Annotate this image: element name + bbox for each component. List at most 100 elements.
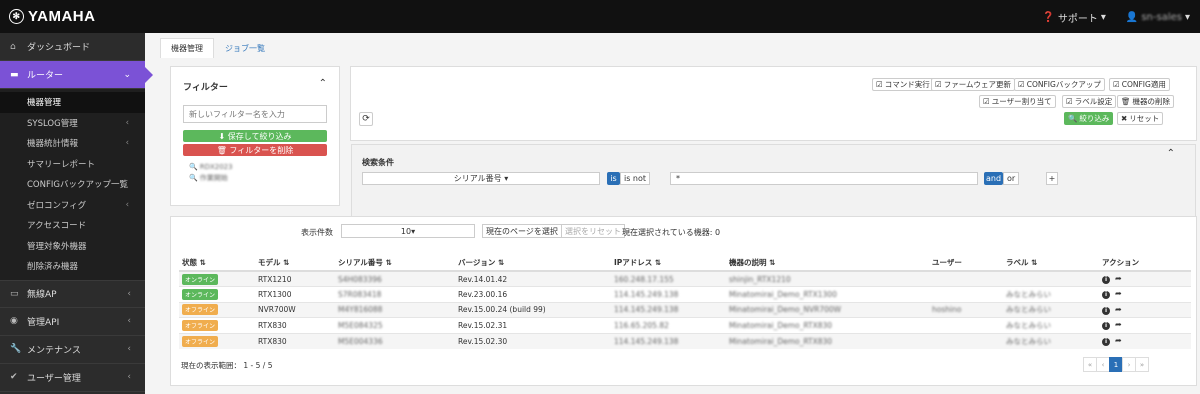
sort-icon: ⇅ (283, 257, 290, 267)
apply-filter-button[interactable]: 🔍 絞り込み (1064, 112, 1114, 125)
column-header-description[interactable]: 機器の説明 ⇅ (726, 254, 929, 272)
share-arrow-icon[interactable]: ➦ (1115, 289, 1122, 298)
sidebar-subitem[interactable]: ゼロコンフィグ ‹ (0, 195, 145, 216)
column-header-ip[interactable]: IPアドレス ⇅ (611, 254, 726, 272)
config-apply-button[interactable]: ☑ CONFIG適用 (1109, 78, 1170, 91)
yamaha-logo[interactable]: ✻ YAMAHA (9, 8, 95, 25)
info-icon[interactable]: i (1102, 291, 1110, 300)
share-arrow-icon[interactable]: ➦ (1115, 274, 1122, 283)
info-icon[interactable]: i (1102, 276, 1110, 284)
device-table-panel: 表示件数 10 ▾ 現在のページを選択 選択をリセット 現在選択されている機器: … (170, 216, 1197, 386)
sidebar-item-user-mgmt[interactable]: ✔ ユーザー管理 ‹ (0, 364, 145, 392)
tab-job-list[interactable]: ジョブ一覧 (214, 38, 276, 58)
column-header-serial[interactable]: シリアル番号 ⇅ (335, 254, 455, 272)
access-point-icon: ▭ (10, 288, 19, 299)
refresh-button[interactable]: ⟳ (359, 112, 373, 126)
check-square-icon: ☑ (935, 80, 942, 89)
info-icon[interactable]: i (1102, 322, 1110, 331)
info-icon[interactable]: i (1102, 306, 1110, 315)
subitem-label: サマリーレポート (27, 159, 96, 170)
label-setting-button[interactable]: ☑ ラベル設定 (1062, 95, 1117, 108)
saved-filter[interactable]: 🔍 作業開始 (189, 173, 228, 183)
saved-filter[interactable]: 🔍 RDX2023 (189, 163, 233, 171)
table-row[interactable]: オフライン RTX830 M5E084325 Rev.15.02.31 116.65.2… (179, 317, 1191, 333)
reset-button[interactable]: ✖ リセット (1117, 112, 1164, 125)
share-arrow-icon[interactable]: ➦ (1115, 305, 1122, 314)
download-icon: ⬇ (218, 131, 228, 141)
operator-is-button[interactable]: is (607, 172, 620, 185)
command-button[interactable]: ☑ コマンド実行 (872, 78, 934, 91)
assign-user-button[interactable]: ☑ ユーザー割り当て (979, 95, 1056, 108)
cell-model: NVR700W (255, 301, 335, 318)
cell-version: Rev.15.02.31 (458, 320, 508, 330)
sidebar-item-dashboard[interactable]: ⌂ ダッシュボード (0, 33, 145, 61)
cell-serial: S4H083396 (335, 270, 455, 287)
caret-down-icon: ▾ (411, 226, 416, 236)
cell-model: RTX1300 (258, 289, 292, 299)
sidebar-subitem[interactable]: SYSLOG管理 ‹ (0, 113, 145, 134)
config-backup-button[interactable]: ☑ CONFIGバックアップ (1014, 78, 1105, 91)
page-size-label: 表示件数 (301, 228, 333, 237)
sidebar-subitem[interactable]: 機器管理 (0, 92, 145, 113)
table-row[interactable]: オンライン RTX1210 S4H083396 Rev.14.01.42 160.248… (179, 270, 1191, 287)
reset-selection-button[interactable]: 選択をリセット (561, 224, 625, 238)
column-header-version[interactable]: バージョン ⇅ (455, 254, 611, 272)
table-row[interactable]: オフライン NVR700W M4Y816088 Rev.15.00.24 (build… (179, 301, 1191, 318)
first-page-button[interactable]: « (1083, 357, 1097, 372)
next-page-button[interactable]: › (1122, 357, 1136, 372)
filter-panel: フィルター ⌃ ⬇ 保存して絞り込み 🗑 フィルターを削除 🔍RDX2023 🔍… (170, 66, 340, 206)
sidebar-item-maintenance[interactable]: 🔧 メンテナンス ‹ (0, 336, 145, 364)
chevron-left-icon: ‹ (125, 199, 129, 210)
firmware-update-button[interactable]: ☑ ファームウェア更新 (931, 78, 1016, 91)
cell-label: みなとみらい (1006, 320, 1051, 330)
button-label: 絞り込み (1079, 114, 1110, 123)
sidebar-subitem[interactable]: 管理対象外機器 (0, 236, 145, 257)
delete-filter-button[interactable]: 🗑 フィルターを削除 (183, 144, 327, 156)
sidebar-subitem[interactable]: 削除済み機器 (0, 256, 145, 277)
cell-version: Rev.23.00.16 (458, 289, 508, 299)
support-menu[interactable]: ❓ サポート ▾ (1042, 10, 1105, 25)
sidebar-item-label: ダッシュボード (27, 43, 91, 53)
last-page-button[interactable]: » (1135, 357, 1149, 372)
sidebar-item-router[interactable]: ▬ ルーター ⌄ (0, 61, 153, 89)
sidebar-subitem[interactable]: サマリーレポート (0, 154, 145, 175)
and-button[interactable]: and (984, 172, 1003, 185)
sidebar-item-mgmt-api[interactable]: ◉ 管理API ‹ (0, 308, 145, 336)
button-label: フィルターを削除 (229, 145, 294, 155)
prev-page-button[interactable]: ‹ (1096, 357, 1110, 372)
share-arrow-icon[interactable]: ➦ (1115, 336, 1122, 345)
sidebar-subitem[interactable]: CONFIGバックアップ一覧 (0, 174, 145, 195)
column-header-model[interactable]: モデル ⇅ (255, 254, 335, 272)
delete-device-button[interactable]: 🗑 機器の削除 (1117, 95, 1175, 108)
column-header-label[interactable]: ラベル ⇅ (1003, 254, 1099, 272)
search-value-input[interactable] (670, 172, 978, 185)
cell-ip: 114.145.249.138 (614, 305, 679, 315)
chevron-up-icon[interactable]: ⌃ (319, 78, 327, 89)
sidebar-subitem[interactable]: アクセスコード (0, 215, 145, 236)
save-filter-button[interactable]: ⬇ 保存して絞り込み (183, 130, 327, 142)
sidebar-subitem[interactable]: 機器統計情報 ‹ (0, 133, 145, 154)
chevron-up-icon[interactable]: ⌃ (1167, 148, 1175, 159)
select-page-button[interactable]: 現在のページを選択 (482, 224, 562, 238)
table-row[interactable]: オフライン RTX830 M5E004336 Rev.15.02.30 114.145.… (179, 332, 1191, 349)
close-icon: ✖ (1121, 114, 1128, 123)
add-condition-button[interactable]: + (1046, 172, 1058, 185)
table-row[interactable]: オンライン RTX1300 S7R083418 Rev.23.00.16 114.145… (179, 286, 1191, 302)
caret-down-icon: ▾ (1100, 12, 1106, 23)
or-button[interactable]: or (1003, 172, 1020, 185)
filter-name-input[interactable] (183, 105, 327, 123)
user-menu[interactable]: 👤 sn-sales ▾ (1126, 10, 1190, 25)
info-icon[interactable]: i (1102, 338, 1110, 346)
search-field-select[interactable]: シリアル番号 ▾ (362, 172, 600, 185)
page-1-button[interactable]: 1 (1109, 357, 1123, 372)
subitem-label: CONFIGバックアップ一覧 (27, 180, 128, 191)
operator-is-not-button[interactable]: is not (620, 172, 651, 185)
sidebar-item-wireless-ap[interactable]: ▭ 無線AP ‹ (0, 279, 145, 308)
page-size-select[interactable]: 10 ▾ (341, 224, 475, 238)
tab-device-management[interactable]: 機器管理 (160, 38, 214, 58)
column-header-status[interactable]: 状態 ⇅ (179, 254, 255, 272)
cell-model: RTX1210 (258, 274, 292, 284)
subitem-label: アクセスコード (27, 221, 87, 232)
share-arrow-icon[interactable]: ➦ (1115, 320, 1122, 329)
main-content: 機器管理 ジョブ一覧 フィルター ⌃ ⬇ 保存して絞り込み 🗑 フィルターを削除… (145, 33, 1200, 394)
